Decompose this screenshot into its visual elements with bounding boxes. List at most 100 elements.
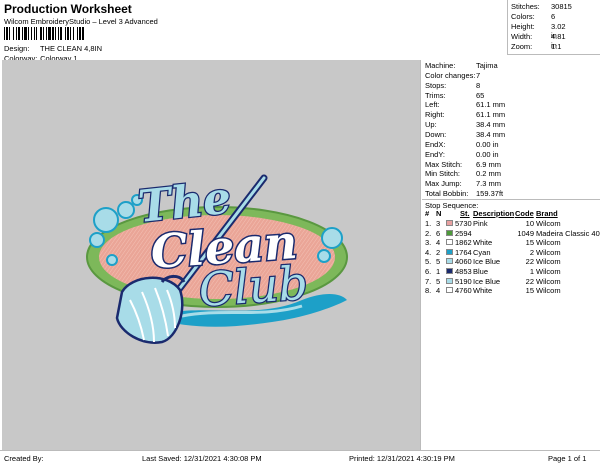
info-row: Min Stitch: 0.2 mm	[425, 169, 502, 179]
cell-st: 5190	[455, 276, 472, 286]
cell-num: 7.	[425, 276, 432, 286]
color-swatch	[446, 239, 453, 246]
cell-brand: Wilcom	[536, 219, 561, 228]
cell-description: Pink	[473, 219, 488, 228]
cell-n: 1	[436, 267, 441, 276]
design-preview: The Clean Club	[2, 60, 420, 450]
color-swatch	[446, 229, 453, 236]
info-row: Left: 61.1 mm	[425, 100, 506, 110]
col-brand: Brand	[536, 209, 558, 218]
col-n: N	[436, 209, 442, 218]
text-club: Club	[197, 256, 309, 317]
panel-divider	[420, 60, 421, 450]
col-st: St.	[460, 209, 470, 218]
barcode-bar	[40, 27, 42, 40]
barcode-bar	[9, 27, 10, 40]
cell-description: White	[473, 286, 493, 296]
info-row: Trims: 65	[425, 90, 485, 100]
stop-sequence-row: 5. 5 4060 Ice Blue 22 Wilcom	[422, 257, 600, 267]
cell-n: 4	[436, 286, 441, 296]
cell-num: 2.	[425, 228, 432, 238]
stat-stitches: Stitches: 30815	[511, 2, 572, 11]
cell-brand: Wilcom	[536, 267, 561, 276]
barcode-bar	[70, 27, 71, 40]
cell-code: 22	[525, 257, 534, 267]
barcode-bar	[6, 27, 8, 40]
cell-n: 5	[436, 276, 441, 286]
barcode-bar	[43, 27, 44, 40]
barcode-bar	[34, 27, 35, 40]
cell-brand: Wilcom	[536, 257, 561, 267]
cell-num: 8.	[425, 286, 432, 296]
stat-height: Height: 3.02 in	[511, 22, 566, 40]
cell-num: 5.	[425, 257, 432, 267]
embroidery-design: The Clean Club	[86, 171, 348, 344]
barcode-bar	[28, 27, 29, 40]
stat-colors: Colors: 6	[511, 12, 556, 21]
cell-num: 3.	[425, 238, 432, 248]
cell-st: 1764	[455, 247, 472, 257]
cell-st: 4060	[455, 257, 472, 267]
cell-description: Blue	[473, 267, 489, 276]
cell-brand: Wilcom	[536, 276, 561, 286]
color-swatch	[446, 258, 453, 265]
cell-n: 2	[436, 247, 441, 257]
barcode-bar	[82, 27, 84, 40]
info-row: Color changes: 7	[425, 70, 481, 80]
cell-n: 6	[436, 228, 441, 238]
info-row: Max Jump: 7.3 mm	[425, 179, 502, 189]
software-subtitle: Wilcom EmbroideryStudio – Level 3 Advanc…	[4, 17, 158, 26]
barcode-bar	[16, 27, 17, 40]
barcode-bar	[79, 27, 81, 40]
info-row: EndX: 0.00 in	[425, 139, 499, 149]
barcode-bar	[67, 27, 69, 40]
cell-num: 4.	[425, 247, 432, 257]
cell-code: 22	[525, 276, 534, 286]
stop-sequence-header: # N St. Description Code Brand	[422, 209, 600, 219]
col-num: #	[425, 209, 430, 218]
barcode-bar	[73, 27, 74, 40]
color-swatch	[446, 277, 453, 284]
cell-n: 3	[436, 219, 441, 228]
col-description: Description	[473, 209, 515, 218]
cell-brand: Wilcom	[536, 247, 561, 257]
cell-code: 1	[529, 267, 534, 276]
info-row: Stops: 8	[425, 80, 481, 90]
page-number: Page 1 of 1	[548, 454, 587, 463]
cell-code: 10	[525, 219, 534, 228]
barcode-bar	[22, 27, 23, 40]
stat-width: Width: 4.81 in	[511, 32, 566, 50]
stop-sequence-row: 8. 4 4760 White 15 Wilcom	[422, 286, 600, 296]
cell-code: 15	[525, 238, 534, 248]
cell-description: White	[473, 238, 493, 248]
barcode-bar	[36, 27, 37, 40]
cell-st: 1862	[455, 238, 472, 248]
stop-sequence-row: 7. 5 5190 Ice Blue 22 Wilcom	[422, 277, 600, 287]
barcode-bar	[46, 27, 47, 40]
barcode-bar	[77, 27, 78, 40]
barcode-bar	[13, 27, 14, 40]
info-row: Down: 38.4 mm	[425, 129, 506, 139]
cell-num: 6.	[425, 267, 432, 276]
cell-brand: Wilcom	[536, 238, 561, 248]
cell-st: 5730	[455, 219, 472, 228]
cell-description: Ice Blue	[473, 257, 501, 267]
barcode-bar	[4, 27, 5, 40]
stop-sequence-table: 1. 3 5730 Pink 10 Wilcom 2. 6 2594 1049 Madeira Cl…	[422, 219, 600, 299]
barcode	[4, 27, 84, 40]
info-row: Up: 38.4 mm	[425, 120, 506, 130]
col-code: Code	[515, 209, 534, 218]
barcode-bar	[31, 27, 32, 40]
barcode-bar	[48, 27, 51, 40]
info-row: EndY: 0.00 in	[425, 149, 499, 159]
info-row: Max Stitch: 6.9 mm	[425, 159, 502, 169]
page-title: Production Worksheet	[4, 2, 132, 16]
color-swatch	[446, 220, 453, 226]
info-row: Total Bobbin: 159.37ft	[425, 189, 504, 199]
cell-st: 4760	[455, 286, 472, 296]
barcode-bar	[55, 27, 56, 40]
color-swatch	[446, 287, 453, 294]
info-row: Machine: Tajima	[425, 61, 498, 70]
barcode-bar	[24, 27, 27, 40]
cell-description: Cyan	[473, 247, 491, 257]
